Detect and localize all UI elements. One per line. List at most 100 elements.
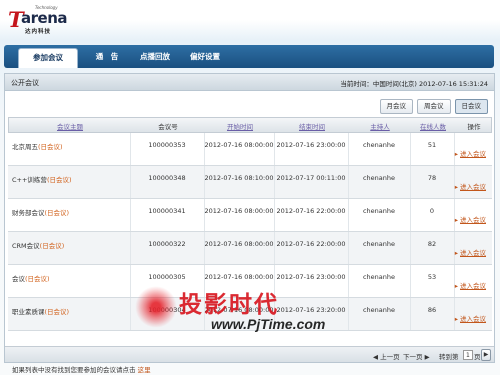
- column-divider: [130, 298, 131, 330]
- meeting-topic: 会议(日会议): [12, 273, 50, 283]
- tab-day[interactable]: 日会议: [454, 99, 488, 114]
- panel-header: 公开会议 当前时间：中国时间(北京) 2012-07-16 15:31:24: [5, 74, 494, 91]
- column-divider: [348, 232, 349, 264]
- meeting-topic-text: 财务部会议: [12, 209, 45, 217]
- meeting-topic-text: CRM会议: [12, 242, 40, 250]
- meeting-end: 2012-07-16 22:00:00: [276, 240, 346, 248]
- meeting-type-tag: (日会议): [46, 176, 72, 184]
- nav-preferences[interactable]: 偏好设置: [178, 45, 232, 68]
- column-divider: [410, 265, 411, 297]
- column-divider: [410, 166, 411, 198]
- column-divider: [130, 133, 131, 165]
- go-button[interactable]: ▶: [481, 349, 491, 361]
- watermark-url: www.PjTime.com: [211, 316, 326, 332]
- meeting-host: chenanhe: [362, 141, 396, 149]
- tab-month[interactable]: 月会议: [379, 99, 413, 114]
- meeting-type-tag: (日会议): [25, 275, 50, 283]
- column-divider: [410, 298, 411, 330]
- nav-replay[interactable]: 点播回放: [130, 45, 180, 68]
- meeting-end: 2012-07-16 23:00:00: [276, 273, 346, 281]
- page-unit: 页: [474, 353, 481, 361]
- meeting-start: 2012-07-16 08:00:00: [204, 273, 274, 281]
- meeting-host: chenanhe: [362, 240, 396, 248]
- meeting-host: chenanhe: [362, 273, 396, 281]
- table-row: 财务部会议(日会议) 100000341 2012-07-16 08:00:00 20…: [8, 199, 492, 232]
- meeting-start: 2012-07-16 08:00:00: [204, 207, 274, 215]
- watermark-logo-icon: [135, 286, 177, 328]
- column-divider: [274, 232, 275, 264]
- meeting-type-tag: (日会议): [44, 308, 70, 316]
- meeting-topic-text: 北京周五: [12, 143, 38, 151]
- enter-meeting-link[interactable]: 进入会议: [455, 247, 486, 257]
- column-divider: [204, 199, 205, 231]
- enter-meeting-link[interactable]: 进入会议: [455, 181, 486, 191]
- column-divider: [204, 232, 205, 264]
- col-online[interactable]: 在线人数: [411, 121, 455, 131]
- col-topic[interactable]: 会议主题: [9, 121, 131, 131]
- meeting-end: 2012-07-17 00:11:00: [276, 174, 346, 182]
- meeting-end: 2012-07-16 22:00:00: [276, 207, 346, 215]
- column-divider: [410, 199, 411, 231]
- column-divider: [204, 133, 205, 165]
- meeting-start: 2012-07-16 08:00:00: [204, 240, 274, 248]
- meeting-type-tag: (日会议): [44, 209, 70, 217]
- page-number-value: 1: [466, 352, 470, 359]
- meeting-topic-text: 职业素质课: [12, 308, 45, 316]
- column-divider: [348, 298, 349, 330]
- enter-meeting-link[interactable]: 进入会议: [455, 280, 486, 290]
- column-divider: [274, 166, 275, 198]
- column-divider: [348, 166, 349, 198]
- view-tabs: 月会议 周会议 日会议: [376, 99, 488, 114]
- meeting-type-tag: (日会议): [38, 143, 63, 151]
- meeting-topic: C++训练营(日会议): [12, 174, 72, 184]
- col-id: 会议号: [158, 123, 178, 131]
- nav-join-meeting[interactable]: 参加会议: [18, 48, 78, 68]
- column-divider: [274, 199, 275, 231]
- column-divider: [410, 133, 411, 165]
- goto-label: 转到第: [439, 353, 459, 361]
- main-nav: 参加会议 通 告 点播回放 偏好设置: [4, 45, 494, 68]
- page-number-input[interactable]: 1: [463, 350, 473, 360]
- col-start[interactable]: 开始时间: [205, 121, 275, 131]
- nav-notices[interactable]: 通 告: [82, 45, 132, 68]
- column-divider: [274, 133, 275, 165]
- enter-meeting-link[interactable]: 进入会议: [455, 148, 486, 158]
- enter-meeting-link[interactable]: 进入会议: [455, 214, 486, 224]
- table-row: C++训练营(日会议) 100000348 2012-07-16 08:10:00 2…: [8, 166, 492, 199]
- meeting-online: 0: [429, 207, 435, 215]
- col-end[interactable]: 结束时间: [275, 121, 349, 131]
- meeting-id: 100000305: [148, 273, 186, 281]
- col-action: 操作: [467, 123, 481, 131]
- prev-page[interactable]: ◀ 上一页: [373, 351, 400, 361]
- meeting-online: 78: [427, 174, 437, 182]
- tab-week[interactable]: 周会议: [417, 99, 451, 114]
- meeting-start: 2012-07-16 08:00:00: [204, 141, 274, 149]
- column-divider: [348, 199, 349, 231]
- table-row: CRM会议(日会议) 100000322 2012-07-16 08:00:00 20…: [8, 232, 492, 265]
- col-host[interactable]: 主持人: [349, 121, 411, 131]
- tarena-logo: T arena Technology 达内科技: [8, 2, 78, 35]
- column-divider: [204, 166, 205, 198]
- enter-meeting-link[interactable]: 进入会议: [455, 313, 486, 323]
- next-page[interactable]: 下一页 ▶: [403, 351, 430, 361]
- footer-text: 如果列表中没有找到您要参加的会议请点击: [12, 366, 138, 374]
- meeting-online: 51: [427, 141, 437, 149]
- meeting-online: 82: [427, 240, 437, 248]
- column-divider: [348, 265, 349, 297]
- meeting-type-tag: (日会议): [39, 242, 65, 250]
- table-row: 北京周五(日会议) 100000353 2012-07-16 08:00:00 201…: [8, 133, 492, 166]
- table-header: 会议主题 会议号 开始时间 结束时间 主持人 在线人数 操作: [8, 117, 492, 133]
- meeting-start: 2012-07-16 08:10:00: [204, 174, 274, 182]
- meeting-host: chenanhe: [362, 207, 396, 215]
- meeting-online: 86: [427, 306, 437, 314]
- meeting-id: 100000341: [148, 207, 186, 215]
- footer-hint: 如果列表中没有找到您要参加的会议请点击 这里: [12, 364, 151, 374]
- footer-link[interactable]: 这里: [138, 366, 151, 374]
- panel-title: 公开会议: [11, 79, 39, 87]
- logo-wordmark: arena: [21, 9, 68, 27]
- meeting-topic: 职业素质课(日会议): [12, 306, 69, 316]
- meeting-topic-text: 会议: [12, 275, 25, 283]
- meeting-online: 53: [427, 273, 437, 281]
- meeting-topic: CRM会议(日会议): [12, 240, 64, 250]
- watermark-cn: 投影时代: [179, 292, 279, 318]
